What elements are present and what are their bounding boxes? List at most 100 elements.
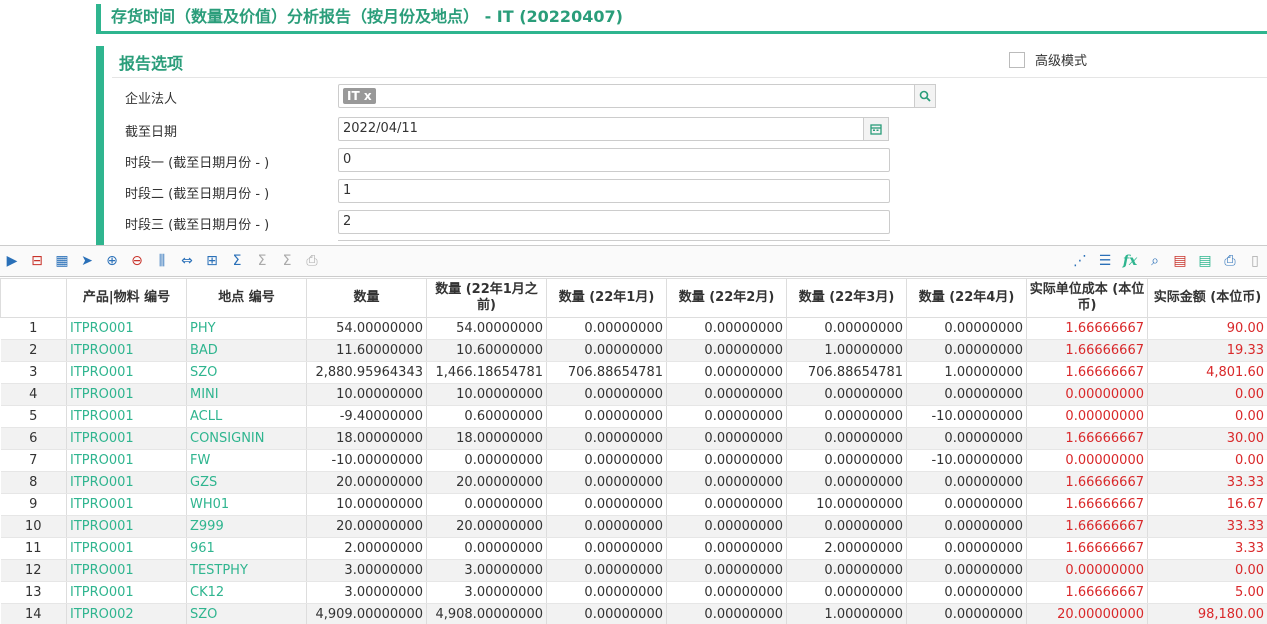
grid-remove-icon[interactable]: ▦	[52, 250, 72, 272]
chart-icon[interactable]: ⋰	[1070, 250, 1090, 272]
report-title-bar: 存货时间（数量及价值）分析报告（按月份及地点） - IT (20220407)	[96, 4, 1267, 34]
period2-input[interactable]: 1	[338, 179, 890, 203]
code-link-cell[interactable]: CONSIGNIN	[186, 427, 307, 450]
formula-icon[interactable]: fx	[1120, 250, 1140, 272]
table-row[interactable]: 11 ITPRO001 961 2.00000000 0.00000000 0.00000…	[0, 537, 1267, 560]
column-header[interactable]: 数量	[306, 278, 427, 318]
code-link-cell[interactable]: PHY	[186, 317, 307, 340]
code-link-cell[interactable]: ITPRO001	[66, 405, 187, 428]
code-link-cell[interactable]: ITPRO001	[66, 537, 187, 560]
value-cell: 1.66666667	[1026, 317, 1148, 340]
value-cell: 0.00000000	[546, 317, 667, 340]
column-header[interactable]: 数量 (22年2月)	[666, 278, 787, 318]
search-icon[interactable]	[914, 84, 936, 108]
table-body: 1 ITPRO001 PHY 54.00000000 54.00000000 0.0000…	[0, 317, 1267, 624]
code-link-cell[interactable]: 961	[186, 537, 307, 560]
code-link-cell[interactable]: ITPRO001	[66, 383, 187, 406]
table-row[interactable]: 8 ITPRO001 GZS 20.00000000 20.00000000 0.0000…	[0, 471, 1267, 494]
code-link-cell[interactable]: BAD	[186, 339, 307, 362]
code-link-cell[interactable]: ITPRO001	[66, 515, 187, 538]
code-link-cell[interactable]: WH01	[186, 493, 307, 516]
fit-width-icon[interactable]: ⇔	[177, 250, 197, 272]
value-cell: 706.88654781	[546, 361, 667, 384]
table-row[interactable]: 9 ITPRO001 WH01 10.00000000 0.00000000 0.0000…	[0, 493, 1267, 516]
remove-column-icon[interactable]: ⊟	[27, 250, 47, 272]
sum-view-icon[interactable]: Σ	[277, 250, 297, 272]
code-link-cell[interactable]: ITPRO001	[66, 427, 187, 450]
print-view-icon[interactable]: ⎙	[302, 250, 322, 272]
code-link-cell[interactable]: CK12	[186, 581, 307, 604]
code-link-cell[interactable]: ITPRO001	[66, 449, 187, 472]
value-cell: 0.00000000	[786, 515, 907, 538]
code-link-cell[interactable]: ITPRO001	[66, 361, 187, 384]
expand-panel-icon[interactable]: ▶	[2, 250, 22, 272]
freeze-header-icon[interactable]: ⊞	[202, 250, 222, 272]
code-link-cell[interactable]: MINI	[186, 383, 307, 406]
report-table: 产品|物料 编号 地点 编号 数量 数量 (22年1月之前) 数量 (22年1月) 数量 …	[0, 278, 1267, 624]
code-link-cell[interactable]: TESTPHY	[186, 559, 307, 582]
advanced-mode-checkbox[interactable]	[1009, 51, 1025, 68]
table-row[interactable]: 1 ITPRO001 PHY 54.00000000 54.00000000 0.0000…	[0, 317, 1267, 340]
pdf-export-icon[interactable]: ▤	[1170, 250, 1190, 272]
table-row[interactable]: 6 ITPRO001 CONSIGNIN 18.00000000 18.00000000…	[0, 427, 1267, 450]
value-cell: 0.00000000	[666, 405, 787, 428]
more-icon[interactable]: ▯	[1245, 250, 1265, 272]
table-row[interactable]: 7 ITPRO001 FW -10.00000000 0.00000000 0.00000…	[0, 449, 1267, 472]
table-row[interactable]: 10 ITPRO001 Z999 20.00000000 20.00000000 0.00…	[0, 515, 1267, 538]
column-header[interactable]: 数量 (22年3月)	[786, 278, 907, 318]
column-header[interactable]: 实际单位成本 (本位币)	[1026, 278, 1148, 318]
advanced-mode-label: 高级模式	[1035, 54, 1088, 69]
table-row[interactable]: 3 ITPRO001 SZO 2,880.95964343 1,466.18654781…	[0, 361, 1267, 384]
delete-page-icon[interactable]: ⊖	[127, 250, 147, 272]
advanced-mode-toggle[interactable]: 高级模式	[1009, 50, 1087, 69]
code-link-cell[interactable]: SZO	[186, 361, 307, 384]
as-of-date-input[interactable]: 2022/04/11	[338, 117, 889, 141]
legal-entity-tag[interactable]: IT x	[343, 88, 376, 104]
split-columns-icon[interactable]: ⫼	[152, 250, 172, 272]
table-row[interactable]: 14 ITPRO002 SZO 4,909.00000000 4,908.0000000…	[0, 603, 1267, 624]
run-icon[interactable]: ➤	[77, 250, 97, 272]
code-link-cell[interactable]: ITPRO001	[66, 559, 187, 582]
value-cell: 0.00000000	[546, 405, 667, 428]
column-header[interactable]: 数量 (22年1月)	[546, 278, 667, 318]
table-row[interactable]: 12 ITPRO001 TESTPHY 3.00000000 3.00000000 0.0…	[0, 559, 1267, 582]
table-row[interactable]: 5 ITPRO001 ACLL -9.40000000 0.60000000 0.0000…	[0, 405, 1267, 428]
table-row[interactable]: 2 ITPRO001 BAD 11.60000000 10.60000000 0.0000…	[0, 339, 1267, 362]
value-cell: 18.00000000	[306, 427, 427, 450]
sum-settings-icon[interactable]: Σ	[252, 250, 272, 272]
value-cell: 10.00000000	[426, 383, 547, 406]
find-icon[interactable]: ⌕	[1145, 250, 1165, 272]
value-cell: 0.00000000	[546, 339, 667, 362]
code-link-cell[interactable]: ITPRO001	[66, 581, 187, 604]
column-header[interactable]: 数量 (22年1月之前)	[426, 278, 547, 318]
code-link-cell[interactable]: ITPRO001	[66, 317, 187, 340]
sum-icon[interactable]: Σ	[227, 250, 247, 272]
column-header[interactable]: 产品|物料 编号	[66, 278, 187, 318]
column-header[interactable]	[0, 278, 67, 318]
legal-entity-field[interactable]: IT x	[338, 84, 936, 108]
code-link-cell[interactable]: ACLL	[186, 405, 307, 428]
calendar-icon[interactable]	[863, 117, 889, 141]
table-row[interactable]: 13 ITPRO001 CK12 3.00000000 3.00000000 0.0000…	[0, 581, 1267, 604]
code-link-cell[interactable]: ITPRO001	[66, 471, 187, 494]
code-link-cell[interactable]: GZS	[186, 471, 307, 494]
xlsx-export-icon[interactable]: ▤	[1195, 250, 1215, 272]
code-link-cell[interactable]: Z999	[186, 515, 307, 538]
code-link-cell[interactable]: FW	[186, 449, 307, 472]
column-header[interactable]: 地点 编号	[186, 278, 307, 318]
table-row[interactable]: 4 ITPRO001 MINI 10.00000000 10.00000000 0.000…	[0, 383, 1267, 406]
export-list-icon[interactable]: ☰	[1095, 250, 1115, 272]
period1-label: 时段一 (截至日期月份 - )	[125, 156, 270, 171]
code-link-cell[interactable]: SZO	[186, 603, 307, 624]
code-link-cell[interactable]: ITPRO001	[66, 339, 187, 362]
add-page-icon[interactable]: ⊕	[102, 250, 122, 272]
value-cell: 0.00000000	[906, 603, 1027, 624]
period1-input[interactable]: 0	[338, 148, 890, 172]
code-link-cell[interactable]: ITPRO002	[66, 603, 187, 624]
code-link-cell[interactable]: ITPRO001	[66, 493, 187, 516]
column-header[interactable]: 实际金额 (本位币)	[1147, 278, 1267, 318]
value-cell: 0.00000000	[1026, 383, 1148, 406]
period3-input[interactable]: 2	[338, 210, 890, 234]
column-header[interactable]: 数量 (22年4月)	[906, 278, 1027, 318]
print-settings-icon[interactable]: ⎙	[1220, 250, 1240, 272]
